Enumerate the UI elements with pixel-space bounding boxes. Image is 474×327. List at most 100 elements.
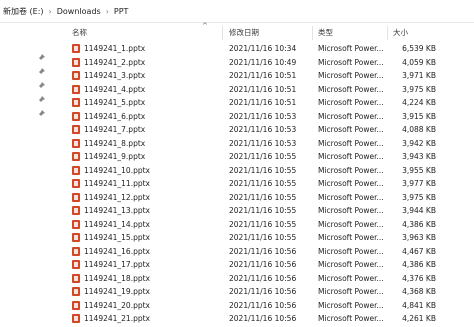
- powerpoint-file-icon: [72, 273, 80, 283]
- file-date: 2021/11/16 10:56: [229, 246, 297, 256]
- powerpoint-file-icon: [72, 165, 80, 175]
- file-date: 2021/11/16 10:55: [229, 219, 297, 229]
- file-date: 2021/11/16 10:53: [229, 125, 297, 134]
- breadcrumb-ppt[interactable]: PPT: [111, 7, 132, 16]
- chevron-right-icon[interactable]: ›: [47, 7, 54, 16]
- file-row[interactable]: 1149241_16.pptx 2021/11/16 10:56 Microsoft…: [62, 245, 474, 259]
- powerpoint-file-icon: [72, 71, 80, 80]
- file-date: 2021/11/16 10:34: [229, 44, 297, 53]
- file-size: 4,368 KB: [402, 287, 436, 296]
- powerpoint-file-icon: [72, 233, 80, 242]
- pin-icon[interactable]: [37, 82, 45, 90]
- file-size: 3,915 KB: [402, 111, 436, 121]
- file-row[interactable]: 1149241_8.pptx 2021/11/16 10:53 Microsoft …: [62, 137, 474, 151]
- breadcrumb-drive[interactable]: 新加卷 (E:): [0, 6, 47, 17]
- column-header-date[interactable]: 修改日期: [229, 27, 259, 39]
- file-name: 1149241_14.pptx: [84, 219, 150, 229]
- file-size: 3,955 KB: [402, 165, 436, 175]
- file-row[interactable]: 1149241_10.pptx 2021/11/16 10:55 Microsoft…: [62, 164, 474, 178]
- column-header-row: ^ 名称 修改日期 类型 大小: [62, 22, 474, 42]
- file-name: 1149241_2.pptx: [84, 57, 146, 67]
- file-size: 4,376 KB: [402, 273, 436, 283]
- file-type: Microsoft Power...: [318, 300, 384, 310]
- file-date: 2021/11/16 10:51: [229, 84, 297, 94]
- file-size: 3,943 KB: [402, 152, 436, 161]
- file-type: Microsoft Power...: [318, 71, 384, 80]
- file-row[interactable]: 1149241_11.pptx 2021/11/16 10:55 Microsoft…: [62, 177, 474, 191]
- file-date: 2021/11/16 10:55: [229, 179, 297, 188]
- file-size: 3,975 KB: [402, 84, 436, 94]
- file-list: 1149241_1.pptx 2021/11/16 10:34 Microsoft …: [62, 42, 474, 326]
- powerpoint-file-icon: [72, 98, 80, 107]
- file-name: 1149241_11.pptx: [84, 179, 150, 188]
- file-row[interactable]: 1149241_19.pptx 2021/11/16 10:56 Microsoft…: [62, 285, 474, 299]
- powerpoint-file-icon: [72, 125, 80, 134]
- file-type: Microsoft Power...: [318, 233, 384, 242]
- file-date: 2021/11/16 10:56: [229, 287, 297, 296]
- file-date: 2021/11/16 10:55: [229, 206, 297, 215]
- powerpoint-file-icon: [72, 179, 80, 188]
- file-date: 2021/11/16 10:56: [229, 260, 297, 269]
- file-row[interactable]: 1149241_14.pptx 2021/11/16 10:55 Microsoft…: [62, 218, 474, 232]
- powerpoint-file-icon: [72, 152, 80, 161]
- file-name: 1149241_20.pptx: [84, 300, 150, 310]
- file-size: 3,975 KB: [402, 192, 436, 202]
- file-row[interactable]: 1149241_6.pptx 2021/11/16 10:53 Microsoft …: [62, 110, 474, 124]
- file-date: 2021/11/16 10:53: [229, 111, 297, 121]
- pin-icon[interactable]: [37, 54, 45, 62]
- column-header-name[interactable]: 名称: [72, 27, 87, 39]
- column-divider[interactable]: [222, 26, 223, 40]
- file-row[interactable]: 1149241_21.pptx 2021/11/16 10:56 Microsoft…: [62, 312, 474, 326]
- file-name: 1149241_4.pptx: [84, 84, 146, 94]
- pin-icon[interactable]: [37, 68, 45, 76]
- pin-icon[interactable]: [37, 96, 45, 104]
- file-type: Microsoft Power...: [318, 44, 384, 53]
- breadcrumb-downloads[interactable]: Downloads: [54, 7, 104, 16]
- file-type: Microsoft Power...: [318, 165, 384, 175]
- breadcrumb: 新加卷 (E:) › Downloads › PPT: [0, 0, 474, 23]
- column-divider[interactable]: [387, 26, 388, 40]
- file-type: Microsoft Power...: [318, 84, 384, 94]
- powerpoint-file-icon: [72, 287, 80, 296]
- file-size: 4,261 KB: [402, 314, 436, 323]
- file-type: Microsoft Power...: [318, 246, 384, 256]
- file-name: 1149241_8.pptx: [84, 138, 146, 148]
- file-row[interactable]: 1149241_3.pptx 2021/11/16 10:51 Microsoft …: [62, 69, 474, 83]
- file-name: 1149241_5.pptx: [84, 98, 146, 107]
- file-name: 1149241_9.pptx: [84, 152, 146, 161]
- file-row[interactable]: 1149241_20.pptx 2021/11/16 10:56 Microsoft…: [62, 299, 474, 313]
- pin-icon[interactable]: [37, 110, 45, 118]
- file-name: 1149241_6.pptx: [84, 111, 146, 121]
- file-name: 1149241_18.pptx: [84, 273, 150, 283]
- file-size: 6,539 KB: [402, 44, 436, 53]
- file-type: Microsoft Power...: [318, 314, 384, 323]
- file-row[interactable]: 1149241_15.pptx 2021/11/16 10:55 Microsoft…: [62, 231, 474, 245]
- file-row[interactable]: 1149241_18.pptx 2021/11/16 10:56 Microsoft…: [62, 272, 474, 286]
- file-row[interactable]: 1149241_13.pptx 2021/11/16 10:55 Microsoft…: [62, 204, 474, 218]
- file-row[interactable]: 1149241_4.pptx 2021/11/16 10:51 Microsoft …: [62, 83, 474, 97]
- file-row[interactable]: 1149241_17.pptx 2021/11/16 10:56 Microsoft…: [62, 258, 474, 272]
- file-row[interactable]: 1149241_7.pptx 2021/11/16 10:53 Microsoft …: [62, 123, 474, 137]
- file-name: 1149241_16.pptx: [84, 246, 150, 256]
- column-header-type[interactable]: 类型: [318, 27, 333, 39]
- file-name: 1149241_13.pptx: [84, 206, 150, 215]
- file-size: 3,977 KB: [402, 179, 436, 188]
- chevron-right-icon[interactable]: ›: [104, 7, 111, 16]
- file-name: 1149241_21.pptx: [84, 314, 150, 323]
- file-row[interactable]: 1149241_5.pptx 2021/11/16 10:51 Microsoft …: [62, 96, 474, 110]
- column-header-size[interactable]: 大小: [393, 27, 408, 39]
- powerpoint-file-icon: [72, 192, 80, 202]
- file-date: 2021/11/16 10:53: [229, 138, 297, 148]
- file-name: 1149241_3.pptx: [84, 71, 146, 80]
- column-divider[interactable]: [312, 26, 313, 40]
- powerpoint-file-icon: [72, 314, 80, 323]
- file-name: 1149241_15.pptx: [84, 233, 150, 242]
- file-row[interactable]: 1149241_2.pptx 2021/11/16 10:49 Microsoft …: [62, 56, 474, 70]
- file-date: 2021/11/16 10:56: [229, 314, 297, 323]
- file-type: Microsoft Power...: [318, 152, 384, 161]
- file-row[interactable]: 1149241_1.pptx 2021/11/16 10:34 Microsoft …: [62, 42, 474, 56]
- powerpoint-file-icon: [72, 219, 80, 229]
- quick-access-pane: [0, 23, 58, 327]
- file-row[interactable]: 1149241_9.pptx 2021/11/16 10:55 Microsoft …: [62, 150, 474, 164]
- file-row[interactable]: 1149241_12.pptx 2021/11/16 10:55 Microsoft…: [62, 191, 474, 205]
